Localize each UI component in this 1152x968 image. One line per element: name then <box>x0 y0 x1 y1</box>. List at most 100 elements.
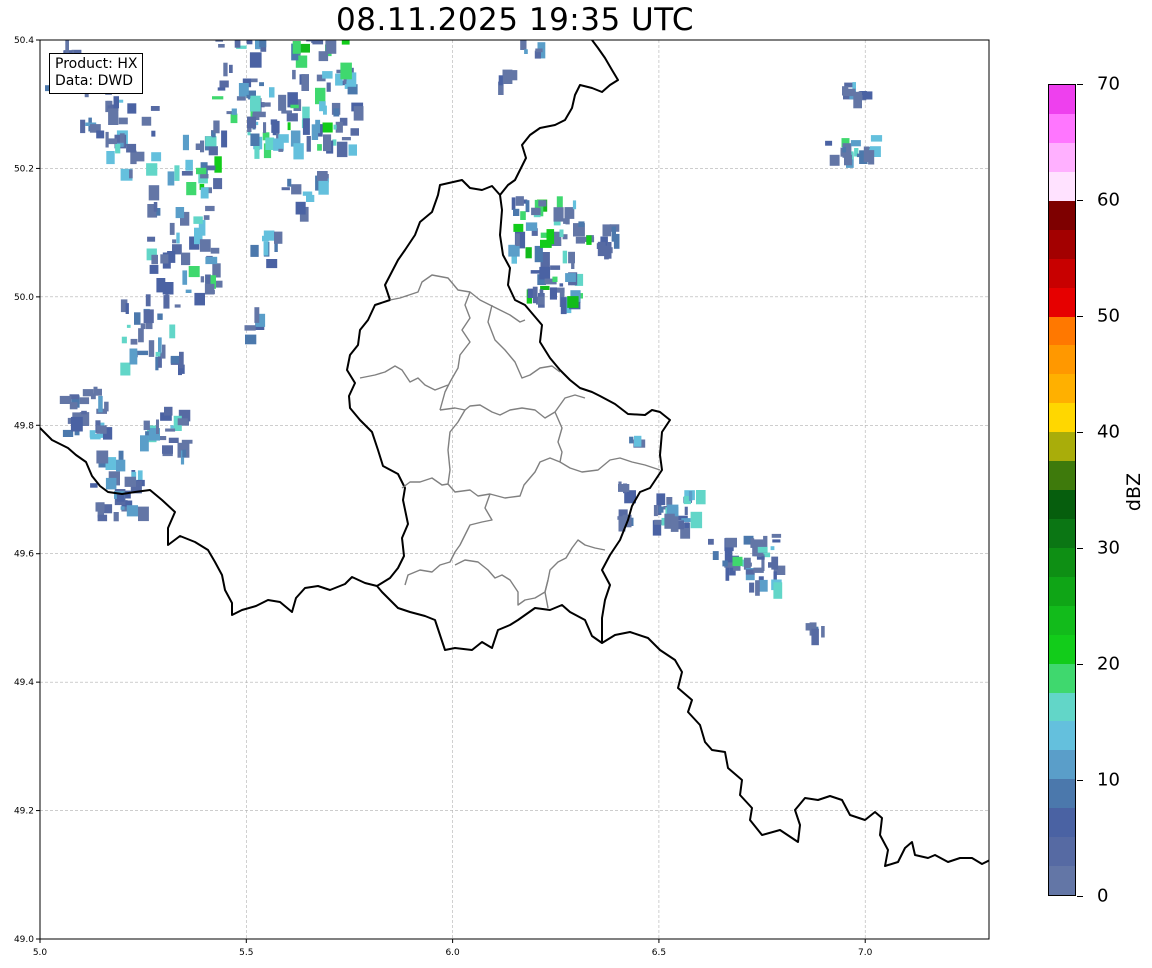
radar-echo-pixel <box>121 336 127 344</box>
radar-echo-pixel <box>141 116 152 126</box>
radar-echo-pixel <box>530 270 543 274</box>
radar-echo-pixel <box>605 229 610 234</box>
y-tick-label: 49.6 <box>14 550 34 560</box>
radar-echo-pixel <box>829 154 840 166</box>
radar-echo-pixel <box>169 324 176 339</box>
radar-echo-pixel <box>186 182 197 196</box>
region-border <box>401 477 449 489</box>
radar-echo-pixel <box>745 569 755 575</box>
radar-echo-pixel <box>696 490 706 505</box>
radar-echo-pixel <box>89 430 96 438</box>
radar-echo-pixel <box>162 344 166 359</box>
radar-echo-pixel <box>145 294 151 307</box>
radar-echo-pixel <box>565 273 576 282</box>
radar-echo-pixel <box>863 146 870 162</box>
radar-echo-pixel <box>293 143 304 160</box>
radar-echo-pixel <box>263 241 269 256</box>
colorbar-tick <box>1077 664 1083 665</box>
radar-echo-pixel <box>210 247 220 254</box>
radar-echo-pixel <box>185 159 193 171</box>
radar-echo-pixel <box>540 285 550 290</box>
radar-echo-pixel <box>654 519 663 525</box>
colorbar-segment <box>1049 721 1075 751</box>
x-tick-label: 5.0 <box>33 948 48 958</box>
radar-echo-pixel <box>126 143 137 153</box>
radar-echo-pixel <box>266 259 278 269</box>
radar-echo-pixel <box>757 546 768 553</box>
country-border <box>601 631 989 867</box>
colorbar-segment <box>1049 808 1075 838</box>
radar-echo-pixel <box>515 233 520 246</box>
radar-echo-pixel <box>684 506 688 516</box>
radar-echo-pixel <box>172 239 177 244</box>
radar-echo-pixel <box>113 96 119 109</box>
radar-echo-pixel <box>126 505 138 517</box>
colorbar-tick <box>1077 84 1083 85</box>
radar-echo-pixel <box>196 167 207 175</box>
radar-echo-pixel <box>233 40 240 41</box>
region-border <box>359 365 449 391</box>
radar-echo-pixel <box>59 395 72 404</box>
radar-echo-pixel <box>684 522 690 528</box>
radar-echo-pixel <box>115 144 121 154</box>
radar-echo-pixel <box>586 235 592 245</box>
colorbar-segment <box>1049 258 1075 288</box>
radar-echo-pixel <box>98 395 103 413</box>
radar-echo-pixel <box>302 33 309 37</box>
radar-echo-pixel <box>158 337 162 354</box>
radar-echo-pixel <box>559 229 564 237</box>
radar-echo-pixel <box>619 512 623 517</box>
radar-echo-pixel <box>116 459 126 472</box>
radar-echo-pixel <box>688 491 693 501</box>
radar-echo-pixel <box>200 276 205 283</box>
radar-echo-pixel <box>339 30 349 39</box>
radar-echo-pixel <box>200 174 209 179</box>
colorbar-tick-label: 30 <box>1097 537 1120 559</box>
radar-echo-pixel <box>164 406 173 416</box>
radar-echo-pixel <box>274 231 283 244</box>
radar-echo-pixel <box>323 105 327 115</box>
radar-echo-pixel <box>229 64 233 73</box>
radar-echo-pixel <box>181 439 193 444</box>
radar-echo-pixel <box>295 201 306 215</box>
radar-echo-pixel <box>322 122 333 133</box>
radar-echo-pixel <box>245 334 257 345</box>
radar-echo-pixel <box>212 96 224 100</box>
colorbar-segment <box>1049 547 1075 577</box>
radar-echo-pixel <box>104 401 109 412</box>
radar-echo-pixel <box>263 230 275 241</box>
radar-echo-pixel <box>658 506 664 513</box>
colorbar-tick-label: 60 <box>1097 189 1120 211</box>
radar-echo-pixel <box>520 40 527 50</box>
radar-echo-pixel <box>246 94 251 99</box>
radar-echo-pixel <box>188 266 200 278</box>
radar-echo-pixel <box>754 544 758 557</box>
radar-echo-pixel <box>106 100 111 106</box>
radar-echo-pixel <box>578 221 585 227</box>
radar-echo-pixel <box>120 362 131 376</box>
radar-echo-pixel <box>287 122 291 131</box>
radar-echo-pixel <box>562 250 568 264</box>
colorbar-segment <box>1049 750 1075 780</box>
colorbar-segment <box>1049 866 1075 895</box>
radar-echo-pixel <box>195 143 204 150</box>
radar-echo-pixel <box>150 106 160 111</box>
colorbar-tick-label: 70 <box>1097 73 1120 95</box>
radar-echo-pixel <box>271 120 280 133</box>
y-tick-label: 49.2 <box>14 807 34 817</box>
radar-echo-pixel <box>194 292 205 306</box>
radar-echo-pixel <box>759 579 768 592</box>
radar-echo-pixel <box>856 153 860 158</box>
radar-echo-pixel <box>290 104 299 109</box>
radar-echo-pixel <box>725 566 730 581</box>
radar-echo-pixel <box>140 435 149 452</box>
radar-echo-pixel <box>756 556 765 560</box>
x-tick-label: 6.0 <box>445 948 460 958</box>
radar-echo-pixel <box>525 247 532 259</box>
radar-echo-pixel <box>553 207 564 222</box>
radar-echo-pixel <box>690 511 703 529</box>
radar-echo-pixel <box>118 450 124 460</box>
radar-echo-pixel <box>205 274 211 286</box>
radar-echo-pixel <box>82 389 94 397</box>
y-tick-label: 50.0 <box>14 293 34 303</box>
